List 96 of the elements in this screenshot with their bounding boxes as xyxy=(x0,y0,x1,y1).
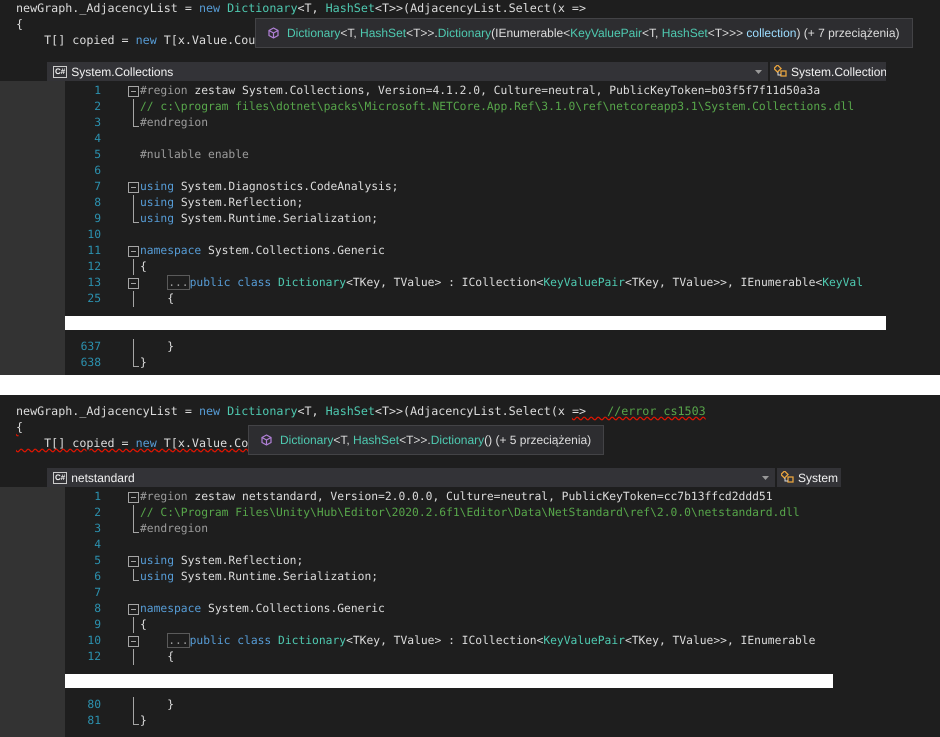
line-number: 81 xyxy=(86,713,101,729)
code-line: { xyxy=(15,16,24,32)
code-line: namespace System.Collections.Generic xyxy=(140,601,385,617)
collapse-toggle[interactable] xyxy=(128,278,139,289)
line-number: 6 xyxy=(93,163,101,179)
outline-line xyxy=(133,195,134,211)
caret-icon xyxy=(762,476,769,480)
code-line: T[] copied = new T[x.Value.Co xyxy=(43,435,248,451)
outline-end xyxy=(133,355,139,367)
line-number: 3 xyxy=(93,521,101,537)
collapse-toggle[interactable] xyxy=(128,604,139,615)
code-line: { xyxy=(140,259,147,275)
csharp-file-icon: C# xyxy=(53,66,68,78)
code-line: } xyxy=(140,355,147,371)
code-line: } xyxy=(166,697,174,713)
code-line: ...public class Dictionary<TKey, TValue> : ICollection<KeyValuePair<TKey, TValue>>, IEnumerable xyxy=(166,633,816,649)
code-line: ...public class Dictionary<TKey, TValue> : ICollection<KeyValuePair<TKey, TValue>>, IEnumerable<KeyVal xyxy=(166,275,863,291)
line-number: 1 xyxy=(93,489,101,505)
line-number: 12 xyxy=(86,259,101,275)
outline-line xyxy=(133,291,134,307)
code-line: newGraph._AdjacencyList = new Dictionary<T, HashSet<T>>(AdjacencyList.Select(x => xyxy=(15,0,586,16)
outline-line xyxy=(133,259,134,275)
code-line: // C:\Program Files\Unity\Hub\Editor\2020.2.6f1\Editor\Data\NetStandard\ref\2.0.0\netstandard.dll xyxy=(140,505,800,521)
code-line: { xyxy=(140,617,147,633)
line-number: 9 xyxy=(93,617,101,633)
code-line: newGraph._AdjacencyList = new Dictionary<T, HashSet<T>>(AdjacencyList.Select(x => //error cs1503 xyxy=(15,403,706,419)
code-line: using System.Reflection; xyxy=(140,553,304,569)
outline-line xyxy=(133,339,134,355)
collapse-toggle[interactable] xyxy=(128,636,139,647)
type-dropdown[interactable]: System xyxy=(777,468,841,487)
line-number: 7 xyxy=(93,585,101,601)
class-icon xyxy=(774,65,788,78)
line-number: 4 xyxy=(93,537,101,553)
code-line: { xyxy=(166,649,174,665)
project-dropdown[interactable]: C# netstandard xyxy=(47,468,777,487)
line-number: 10 xyxy=(86,227,101,243)
outline-line xyxy=(133,505,134,521)
outline-line xyxy=(133,617,134,633)
code-line: { xyxy=(166,291,174,307)
code-line: using System.Reflection; xyxy=(140,195,304,211)
outline-end xyxy=(133,211,139,223)
line-number: 8 xyxy=(93,601,101,617)
code-line: } xyxy=(166,339,174,355)
code-line: } xyxy=(140,713,147,729)
collapse-toggle[interactable] xyxy=(128,246,139,257)
line-number: 2 xyxy=(93,99,101,115)
code-line: #nullable enable xyxy=(140,147,249,163)
outline-end xyxy=(133,115,139,127)
line-number: 6 xyxy=(93,569,101,585)
line-number: 5 xyxy=(93,553,101,569)
outline-end xyxy=(133,521,139,533)
line-number: 4 xyxy=(93,131,101,147)
collapse-toggle[interactable] xyxy=(128,492,139,503)
line-number: 1 xyxy=(93,83,101,99)
code-line: #endregion xyxy=(140,521,208,537)
line-number: 638 xyxy=(80,355,101,371)
outline-line xyxy=(133,99,134,115)
line-number: 13 xyxy=(86,275,101,291)
code-line: namespace System.Collections.Generic xyxy=(140,243,385,259)
code-line: T[] copied = new T[x.Value.Cou xyxy=(43,32,256,48)
cube-icon xyxy=(268,27,279,39)
line-number: 637 xyxy=(80,339,101,355)
signature-text: Dictionary<T, HashSet<T>>.Dictionary(IEnumerable<KeyValuePair<T, HashSet<T>>> collection) (+ 7 przeciążenia) xyxy=(287,26,900,40)
code-line: #endregion xyxy=(140,115,208,131)
code-line: using System.Runtime.Serialization; xyxy=(140,211,378,227)
line-number: 11 xyxy=(86,243,101,259)
line-number: 25 xyxy=(86,291,101,307)
collapse-toggle[interactable] xyxy=(128,86,139,97)
caret-icon xyxy=(755,70,762,74)
code-line: using System.Runtime.Serialization; xyxy=(140,569,378,585)
collapse-toggle[interactable] xyxy=(128,182,139,193)
signature-text: Dictionary<T, HashSet<T>>.Dictionary() (+ 5 przeciążenia) xyxy=(280,433,592,447)
code-line: #region zestaw System.Collections, Version=4.1.2.0, Culture=neutral, PublicKeyToken=b03f5f7f11d50a3a xyxy=(140,83,820,99)
outline-end xyxy=(133,569,139,581)
line-number: 12 xyxy=(86,649,101,665)
code-line: // c:\program files\dotnet\packs\Microsoft.NETCore.App.Ref\3.1.0\ref\netcoreapp3.1\System.Collections.dll xyxy=(140,99,854,115)
outline-end xyxy=(133,713,139,725)
line-number: 2 xyxy=(93,505,101,521)
type-dropdown[interactable]: System.Collection xyxy=(770,62,886,81)
outline-line xyxy=(133,649,134,665)
line-number: 5 xyxy=(93,147,101,163)
project-dropdown[interactable]: C# System.Collections xyxy=(47,62,770,81)
code-line: { xyxy=(15,419,24,435)
line-number: 7 xyxy=(93,179,101,195)
line-number: 80 xyxy=(86,697,101,713)
line-number: 9 xyxy=(93,211,101,227)
line-number: 10 xyxy=(86,633,101,649)
code-line: #region zestaw netstandard, Version=2.0.0.0, Culture=neutral, PublicKeyToken=cc7b13ffcd2ddd51 xyxy=(140,489,773,505)
line-number: 8 xyxy=(93,195,101,211)
collapse-toggle[interactable] xyxy=(128,556,139,567)
outline-line xyxy=(133,697,134,713)
cube-icon xyxy=(261,434,272,446)
csharp-file-icon: C# xyxy=(53,472,68,484)
code-line: using System.Diagnostics.CodeAnalysis; xyxy=(140,179,398,195)
line-number: 3 xyxy=(93,115,101,131)
class-icon xyxy=(781,471,795,484)
